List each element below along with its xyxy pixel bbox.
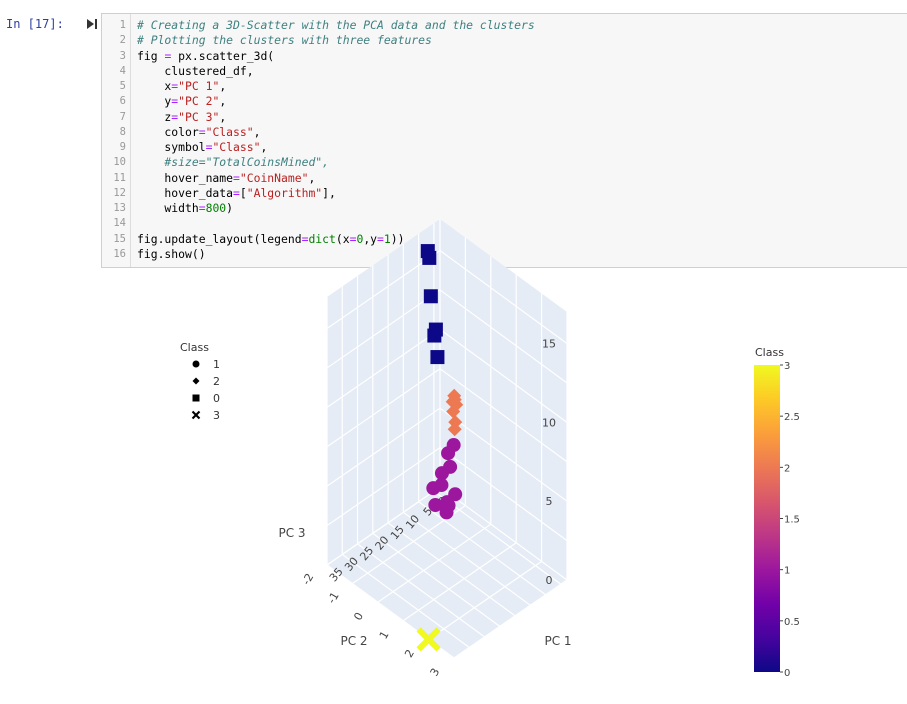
z-tick-label: 5 <box>546 495 553 508</box>
symbol-legend[interactable]: Class 1 2 0 3 <box>180 341 220 422</box>
marker-square[interactable] <box>428 322 443 337</box>
marker-circle[interactable] <box>441 446 456 461</box>
colorbar-tick-label: 0 <box>784 668 790 679</box>
z-tick-label: 10 <box>542 416 556 429</box>
colorbar-tick-label: 1 <box>784 566 790 577</box>
legend-item-label: 0 <box>213 392 220 405</box>
marker-circle[interactable] <box>426 481 441 496</box>
colorbar-tick-label: 1.5 <box>784 515 800 526</box>
marker-circle[interactable] <box>192 360 200 368</box>
z-tick-label: 15 <box>542 338 556 351</box>
marker-square[interactable] <box>423 289 438 304</box>
plot-scene[interactable]: 051015-2-1012305101520253035PC 3PC 2PC 1 <box>278 219 572 679</box>
z-tick-label: 0 <box>546 574 553 587</box>
y-tick-label: -2 <box>300 571 317 587</box>
colorbar-tick-label: 2 <box>784 463 790 474</box>
marker-circle[interactable] <box>441 498 456 513</box>
colorbar-title: Class <box>755 346 784 359</box>
y-tick-label: 2 <box>402 647 417 660</box>
marker-square[interactable] <box>192 394 200 402</box>
marker-diamond[interactable] <box>192 377 200 385</box>
marker-circle[interactable] <box>428 498 443 513</box>
legend-title: Class <box>180 341 209 354</box>
colorbar-tick-label: 3 <box>784 361 790 372</box>
y-axis-title: PC 2 <box>340 634 367 648</box>
legend-item-label: 1 <box>213 358 220 371</box>
colorbar: Class 0 0.5 1 1.5 2 2.5 3 <box>754 346 800 679</box>
colorbar-tick-label: 2.5 <box>784 412 800 423</box>
marker-square[interactable] <box>420 244 435 259</box>
marker-square[interactable] <box>430 350 445 365</box>
y-tick-label: 3 <box>428 666 443 679</box>
y-tick-label: -1 <box>325 590 342 606</box>
colorbar-tick-label: 0.5 <box>784 617 800 628</box>
legend-item-label: 3 <box>213 409 220 422</box>
scatter-3d-plot[interactable]: 051015-2-1012305101520253035PC 3PC 2PC 1… <box>0 0 907 704</box>
y-tick-label: 0 <box>351 610 366 623</box>
y-tick-label: 1 <box>377 629 392 642</box>
z-axis-title: PC 3 <box>278 526 305 540</box>
x-axis-title: PC 1 <box>544 634 571 648</box>
colorbar-ramp <box>754 365 780 672</box>
legend-item-label: 2 <box>213 375 220 388</box>
marker-x[interactable] <box>191 410 201 420</box>
